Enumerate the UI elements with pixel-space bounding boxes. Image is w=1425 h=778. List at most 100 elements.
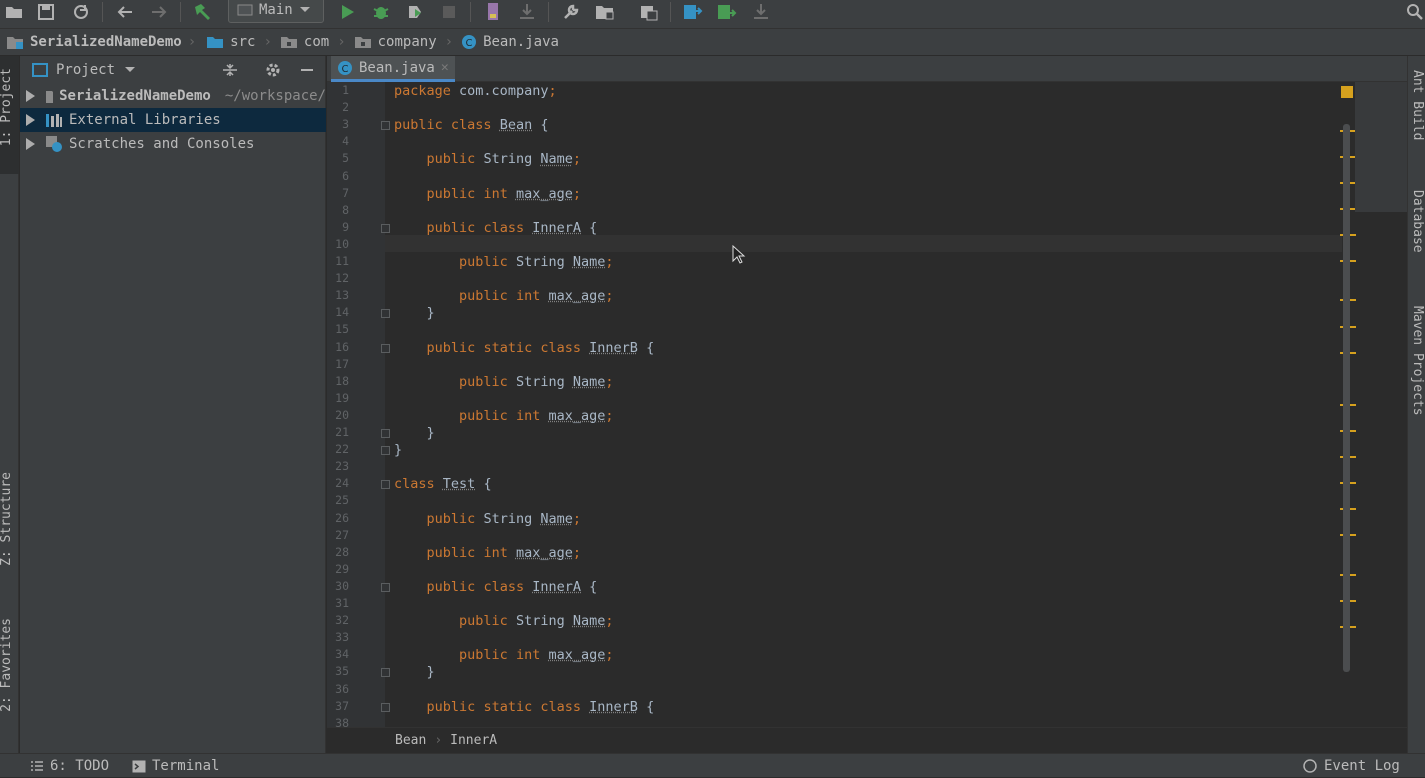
- update-icon[interactable]: [516, 0, 538, 24]
- fold-marker-icon[interactable]: [381, 480, 390, 489]
- line-number: 7: [327, 186, 349, 200]
- line-number: 12: [327, 271, 349, 285]
- collapse-all-icon[interactable]: [222, 62, 238, 78]
- maven-tool-tab[interactable]: Maven Projects: [1410, 306, 1425, 416]
- line-number: 17: [327, 357, 349, 371]
- vertical-scrollbar[interactable]: [1343, 124, 1350, 672]
- breadcrumb-file[interactable]: C Bean.java: [457, 29, 563, 56]
- run-configuration-select[interactable]: Main: [228, 0, 324, 23]
- code-editor: C Bean.java ✕ 1 2 3 4 5 6 7 8 9 10 11 12 13 14 15 16 17 1…: [327, 56, 1407, 753]
- fold-marker-icon[interactable]: [381, 583, 390, 592]
- project-tool-tab[interactable]: 1: Project: [0, 68, 14, 146]
- project-panel-title[interactable]: Project: [56, 62, 115, 78]
- breadcrumb-src-label: src: [230, 34, 255, 50]
- open-folder-icon[interactable]: [4, 0, 24, 24]
- fold-marker-icon[interactable]: [381, 446, 390, 455]
- mouse-cursor-icon: [732, 245, 746, 265]
- breadcrumb-com[interactable]: com: [276, 29, 333, 56]
- project-panel: Project SerializedNameDemo ~/workspace/ …: [20, 56, 326, 753]
- code-area[interactable]: package com.company; public class Bean { …: [394, 82, 1342, 727]
- line-number: 14: [327, 305, 349, 319]
- structure-tool-tab[interactable]: Z: Structure: [0, 472, 14, 566]
- package-folder-icon: [280, 35, 298, 49]
- debug-icon[interactable]: [370, 0, 392, 24]
- expand-arrow-icon[interactable]: [26, 90, 35, 102]
- tab-bean-java[interactable]: C Bean.java ✕: [331, 56, 455, 82]
- close-icon[interactable]: ✕: [441, 60, 449, 75]
- line-number: 29: [327, 562, 349, 576]
- line-number: 19: [327, 391, 349, 405]
- line-number: 6: [327, 169, 349, 183]
- line-number: 11: [327, 254, 349, 268]
- vcs-update-icon[interactable]: [682, 0, 704, 24]
- database-tool-tab[interactable]: Database: [1410, 190, 1425, 253]
- save-icon[interactable]: [36, 0, 56, 24]
- search-icon[interactable]: [1404, 0, 1425, 24]
- line-number: 28: [327, 545, 349, 559]
- editor-breadcrumb-class[interactable]: Bean: [395, 733, 426, 748]
- run-icon[interactable]: [336, 0, 358, 24]
- application-icon: [237, 3, 253, 17]
- favorites-tool-tab[interactable]: 2: Favorites: [0, 618, 14, 712]
- fold-marker-icon[interactable]: [381, 668, 390, 677]
- terminal-label: Terminal: [152, 758, 219, 774]
- fold-marker-icon[interactable]: [381, 309, 390, 318]
- library-icon: [45, 112, 63, 128]
- line-number: 13: [327, 288, 349, 302]
- event-log-button[interactable]: Event Log: [1302, 754, 1400, 778]
- vcs-push-icon[interactable]: [750, 0, 772, 24]
- chevron-right-icon: ›: [434, 733, 442, 748]
- fold-marker-icon[interactable]: [381, 429, 390, 438]
- code-minimap[interactable]: [1355, 82, 1407, 212]
- line-number: 24: [327, 476, 349, 490]
- ant-build-tool-tab[interactable]: Ant Build: [1410, 70, 1425, 140]
- expand-arrow-icon[interactable]: [26, 114, 35, 126]
- settings-wrench-icon[interactable]: [560, 0, 582, 24]
- tree-item-scratches[interactable]: Scratches and Consoles: [20, 132, 326, 156]
- line-number: 2: [327, 100, 349, 114]
- build-hammer-icon[interactable]: [190, 0, 214, 24]
- editor-breadcrumb-inner[interactable]: InnerA: [450, 733, 497, 748]
- project-view-icon: [32, 63, 48, 77]
- todo-label: 6: TODO: [50, 758, 109, 774]
- line-number: 36: [327, 682, 349, 696]
- line-number: 21: [327, 425, 349, 439]
- chevron-down-icon: [299, 6, 311, 14]
- tree-item-project-root[interactable]: SerializedNameDemo ~/workspace/: [20, 84, 326, 108]
- java-class-icon: C: [337, 60, 353, 76]
- back-icon[interactable]: [114, 0, 136, 24]
- breadcrumb-project[interactable]: SerializedNameDemo: [0, 29, 186, 56]
- profile-icon[interactable]: [482, 0, 504, 24]
- package-folder-icon: [354, 35, 372, 49]
- line-number: 20: [327, 408, 349, 422]
- code-line: public int max_age;: [394, 186, 581, 203]
- stop-icon[interactable]: [438, 0, 460, 24]
- line-number: 22: [327, 442, 349, 456]
- fold-marker-icon[interactable]: [381, 344, 390, 353]
- expand-arrow-icon[interactable]: [26, 138, 35, 150]
- fold-marker-icon[interactable]: [381, 703, 390, 712]
- chevron-right-icon: ›: [263, 34, 271, 50]
- scratches-icon: [45, 135, 63, 153]
- minimize-icon[interactable]: [300, 63, 314, 77]
- gear-icon[interactable]: [265, 62, 281, 78]
- forward-icon[interactable]: [148, 0, 170, 24]
- vcs-commit-icon[interactable]: [716, 0, 738, 24]
- tree-item-external-libraries[interactable]: External Libraries: [20, 108, 326, 132]
- fold-marker-icon[interactable]: [381, 224, 390, 233]
- coverage-icon[interactable]: [404, 0, 426, 24]
- project-structure-icon[interactable]: [594, 0, 616, 24]
- module-folder-icon: [45, 88, 53, 104]
- breadcrumb-src[interactable]: src: [202, 29, 259, 56]
- chevron-down-icon[interactable]: [125, 67, 135, 73]
- sync-icon[interactable]: [70, 0, 92, 24]
- terminal-tool-button[interactable]: Terminal: [132, 754, 219, 778]
- breadcrumb-company[interactable]: company: [350, 29, 441, 56]
- speech-bubble-icon: [1302, 758, 1318, 774]
- fold-marker-icon[interactable]: [381, 121, 390, 130]
- code-line: class Test {: [394, 476, 492, 493]
- warning-indicator-icon[interactable]: [1341, 86, 1353, 98]
- sdk-icon[interactable]: [638, 0, 660, 24]
- java-class-icon: C: [461, 34, 477, 50]
- todo-tool-button[interactable]: 6: TODO: [30, 754, 109, 778]
